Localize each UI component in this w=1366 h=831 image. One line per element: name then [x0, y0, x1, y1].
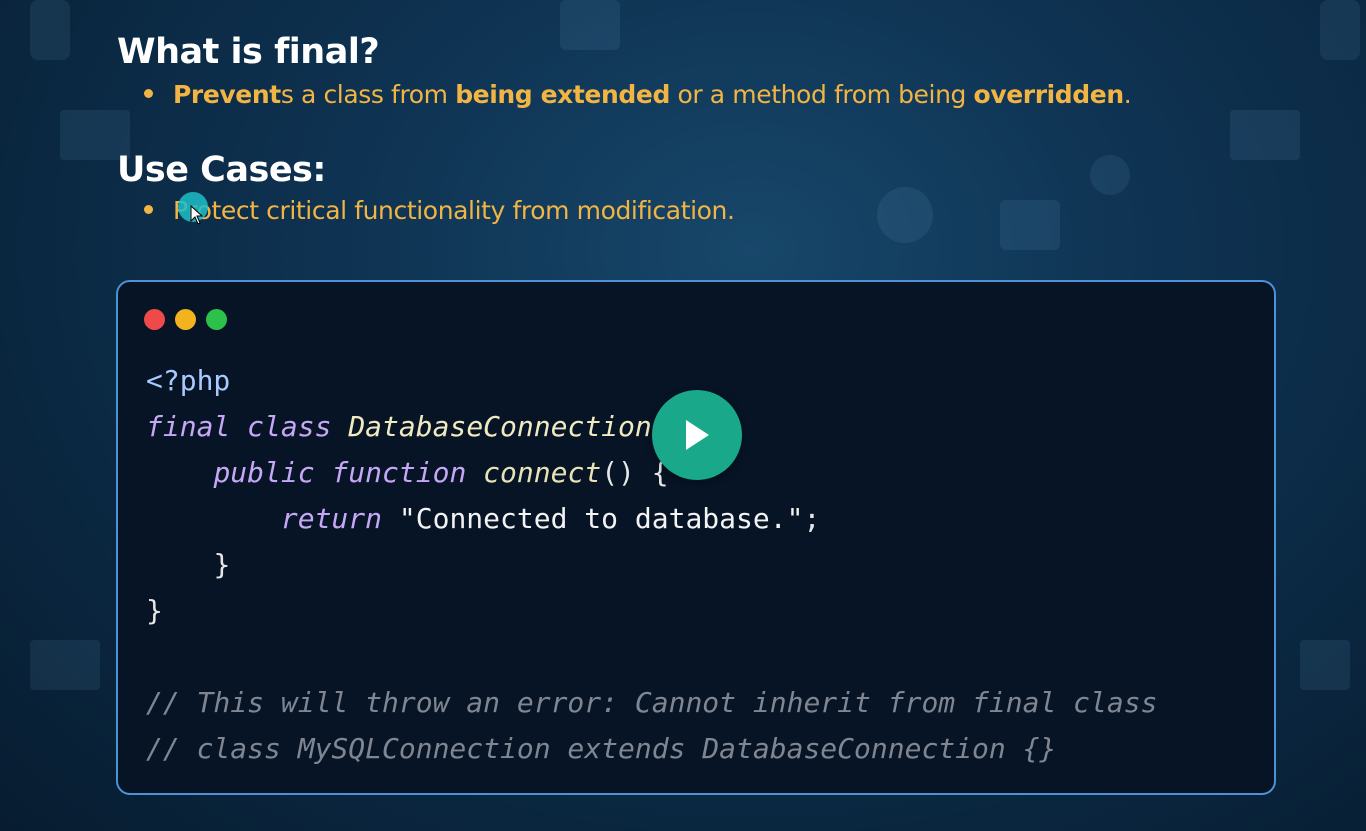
code-line: return "Connected to database.";	[146, 496, 1157, 542]
bullet-text-bold: being extended	[455, 80, 670, 109]
bullet-text: Protect critical functionality from modi…	[173, 196, 735, 225]
code-token: connect	[483, 456, 602, 489]
yellow-dot-icon	[175, 309, 196, 330]
bullet-text: or a method from being	[669, 80, 974, 109]
green-dot-icon	[206, 309, 227, 330]
code-token: "Connected to database."	[398, 502, 804, 535]
code-comment: // class MySQLConnection extends Databas…	[146, 732, 1057, 765]
code-token: ;	[803, 502, 821, 535]
slide: What is final? Prevents a class from bei…	[0, 0, 1366, 831]
heading-use-cases: Use Cases:	[117, 150, 326, 190]
bullet-text: .	[1123, 80, 1132, 109]
code-line: // class MySQLConnection extends Databas…	[146, 726, 1157, 772]
bullet-text: s a class from	[280, 80, 456, 109]
heading-what-is-final: What is final?	[117, 32, 380, 72]
bullet-use-case: Protect critical functionality from modi…	[142, 196, 735, 225]
bullet-what-is-final: Prevents a class from being extended or …	[142, 80, 1132, 109]
bullet-text-bold: Prevent	[173, 80, 281, 109]
code-token: <?php	[146, 364, 231, 397]
code-window: <?phpfinal class DatabaseConnection { pu…	[116, 280, 1276, 795]
code-token: function	[331, 456, 467, 489]
code-line: }	[146, 542, 1157, 588]
code-line: public function connect() {	[146, 450, 1157, 496]
code-token: return	[280, 502, 383, 535]
bullet-dot	[144, 88, 153, 98]
play-button[interactable]	[652, 390, 742, 480]
code-token: () {	[601, 456, 669, 489]
code-line: <?php	[146, 358, 1157, 404]
play-icon	[686, 420, 709, 450]
code-token: DatabaseConnection	[348, 410, 652, 443]
code-line: }	[146, 588, 1157, 634]
code-token: }	[213, 548, 231, 581]
code-token: }	[146, 594, 163, 627]
code-token: public	[213, 456, 315, 489]
bullet-text-bold: overridden	[973, 80, 1125, 109]
code-token: final	[146, 410, 231, 443]
code-block: <?phpfinal class DatabaseConnection { pu…	[146, 358, 1157, 772]
window-controls	[144, 309, 227, 330]
code-comment: // This will throw an error: Cannot inhe…	[146, 686, 1158, 719]
code-line: // This will throw an error: Cannot inhe…	[146, 680, 1157, 726]
red-dot-icon	[144, 309, 165, 330]
cursor-icon	[190, 205, 204, 225]
code-token: class	[247, 410, 332, 443]
bullet-dot	[144, 204, 153, 214]
